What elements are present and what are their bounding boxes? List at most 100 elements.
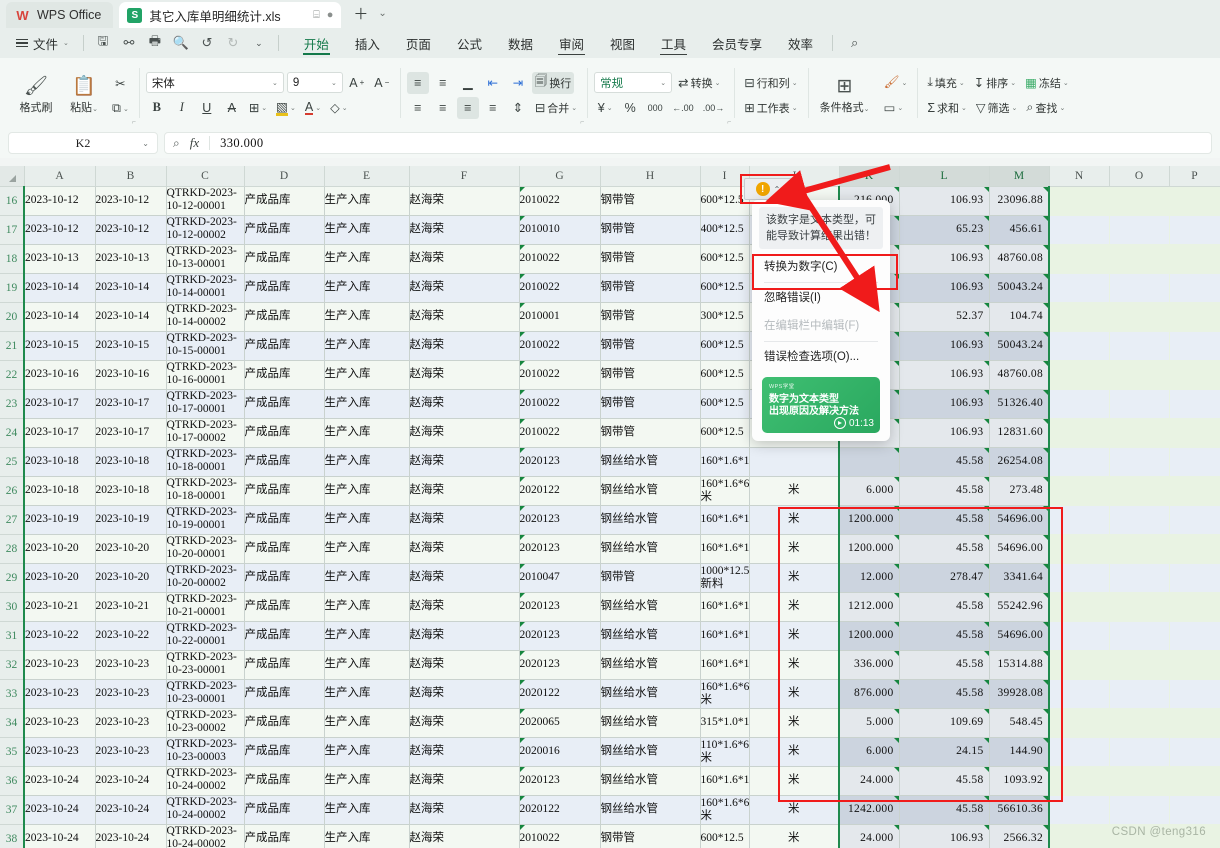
date-cell[interactable]: 2023-10-12	[95, 215, 167, 245]
transaction-type-cell[interactable]: 生产入库	[324, 302, 410, 332]
product-code-cell[interactable]: 2020123	[519, 592, 601, 622]
order-number-cell[interactable]: QTRKD-2023-10-23-00001	[166, 650, 245, 680]
quantity-cell[interactable]: 1242.000	[838, 795, 900, 825]
order-number-cell[interactable]: QTRKD-2023-10-12-00001	[166, 186, 245, 216]
amount-cell[interactable]: 39928.08	[989, 679, 1050, 709]
table-row[interactable]: 23 2023-10-17 2023-10-17 QTRKD-2023-10-17-0…	[0, 389, 1220, 419]
empty-cell[interactable]	[1169, 215, 1220, 244]
table-row[interactable]: 26 2023-10-18 2023-10-18 QTRKD-2023-10-18-0…	[0, 476, 1220, 506]
decrease-indent-button[interactable]: ⇤	[482, 72, 504, 94]
rows-columns-button[interactable]: ⊟ 行和列 ⌄	[741, 72, 800, 94]
date-cell[interactable]: 2023-10-21	[95, 592, 167, 622]
spec-cell[interactable]: 600*12.5	[700, 389, 750, 419]
order-number-cell[interactable]: QTRKD-2023-10-14-00002	[166, 302, 245, 332]
date-cell[interactable]: 2023-10-13	[24, 244, 96, 274]
product-name-cell[interactable]: 钢带管	[600, 418, 701, 448]
table-row[interactable]: 27 2023-10-19 2023-10-19 QTRKD-2023-10-19-0…	[0, 505, 1220, 535]
date-cell[interactable]: 2023-10-24	[24, 795, 96, 825]
tab-formula[interactable]: 公式	[444, 29, 495, 57]
spec-cell[interactable]: 315*1.0*12	[700, 708, 750, 738]
price-cell[interactable]: 65.23	[899, 215, 990, 245]
column-header-D[interactable]: D	[244, 166, 325, 187]
transaction-type-cell[interactable]: 生产入库	[324, 650, 410, 680]
date-cell[interactable]: 2023-10-23	[95, 679, 167, 709]
product-code-cell[interactable]: 2020123	[519, 766, 601, 796]
empty-cell[interactable]	[1109, 331, 1169, 360]
percent-format-button[interactable]: %	[619, 97, 641, 119]
empty-cell[interactable]	[1169, 273, 1220, 302]
merge-cells-button[interactable]: ⊟ 合并 ⌄	[532, 97, 580, 119]
empty-cell[interactable]	[1169, 186, 1220, 215]
product-code-cell[interactable]: 2020122	[519, 679, 601, 709]
order-number-cell[interactable]: QTRKD-2023-10-16-00001	[166, 360, 245, 390]
warehouse-cell[interactable]: 产成品库	[244, 244, 325, 274]
product-name-cell[interactable]: 钢带管	[600, 563, 701, 593]
tutorial-video-card[interactable]: WPS学堂 数字为文本类型 出现原因及解决方法 01:13	[762, 377, 880, 433]
table-row[interactable]: 37 2023-10-24 2023-10-24 QTRKD-2023-10-24-0…	[0, 795, 1220, 825]
spec-cell[interactable]: 160*1.6*12	[700, 766, 750, 796]
table-row[interactable]: 35 2023-10-23 2023-10-23 QTRKD-2023-10-23-0…	[0, 737, 1220, 767]
row-header[interactable]: 18	[0, 244, 25, 274]
align-top-button[interactable]: ≡	[406, 71, 429, 94]
row-header[interactable]: 17	[0, 215, 25, 245]
transaction-type-cell[interactable]: 生产入库	[324, 244, 410, 274]
amount-cell[interactable]: 26254.08	[989, 447, 1050, 477]
transaction-type-cell[interactable]: 生产入库	[324, 215, 410, 245]
date-cell[interactable]: 2023-10-18	[95, 447, 167, 477]
borders-button[interactable]: ⊞ ⌄	[246, 97, 270, 119]
fill-button[interactable]: ⤓ 填充 ⌄	[924, 72, 967, 94]
spec-cell[interactable]: 600*12.5	[700, 418, 750, 448]
empty-cell[interactable]	[1169, 302, 1220, 331]
column-header-E[interactable]: E	[324, 166, 410, 187]
redo-icon[interactable]: ↻	[220, 32, 246, 54]
amount-cell[interactable]: 23096.88	[989, 186, 1050, 216]
tab-tools[interactable]: 工具	[648, 29, 699, 57]
order-number-cell[interactable]: QTRKD-2023-10-17-00001	[166, 389, 245, 419]
empty-cell[interactable]	[1049, 476, 1109, 505]
empty-cell[interactable]	[1109, 737, 1169, 766]
person-cell[interactable]: 赵海荣	[409, 766, 520, 796]
text-direction-button[interactable]: ⇕	[507, 97, 529, 119]
unit-cell[interactable]: 米	[749, 737, 840, 767]
product-code-cell[interactable]: 2010022	[519, 824, 601, 848]
product-name-cell[interactable]: 钢带管	[600, 215, 701, 245]
column-header-O[interactable]: O	[1109, 166, 1170, 187]
empty-cell[interactable]	[1049, 447, 1109, 476]
date-cell[interactable]: 2023-10-23	[24, 737, 96, 767]
error-menu-chevron-up-icon[interactable]: ⌃	[774, 185, 781, 194]
date-cell[interactable]: 2023-10-17	[95, 389, 167, 419]
name-box-chevron-down-icon[interactable]: ⌄	[142, 139, 149, 148]
person-cell[interactable]: 赵海荣	[409, 389, 520, 419]
row-header[interactable]: 26	[0, 476, 25, 506]
document-tab[interactable]: S 其它入库单明细统计.xls ⌸ ●	[119, 2, 342, 28]
spec-cell[interactable]: 400*12.5	[700, 215, 750, 245]
conditional-format-button[interactable]: ⊞ 条件格式⌄	[815, 62, 875, 128]
column-header-N[interactable]: N	[1049, 166, 1110, 187]
transaction-type-cell[interactable]: 生产入库	[324, 534, 410, 564]
person-cell[interactable]: 赵海荣	[409, 708, 520, 738]
product-code-cell[interactable]: 2020016	[519, 737, 601, 767]
row-header[interactable]: 33	[0, 679, 25, 709]
amount-cell[interactable]: 15314.88	[989, 650, 1050, 680]
person-cell[interactable]: 赵海荣	[409, 650, 520, 680]
menu-item-error-checking-options[interactable]: 错误检查选项(O)...	[752, 343, 890, 371]
order-number-cell[interactable]: QTRKD-2023-10-20-00002	[166, 563, 245, 593]
empty-cell[interactable]	[1169, 360, 1220, 389]
transaction-type-cell[interactable]: 生产入库	[324, 505, 410, 535]
align-middle-button[interactable]: ≡	[432, 72, 454, 94]
table-row[interactable]: 25 2023-10-18 2023-10-18 QTRKD-2023-10-18-0…	[0, 447, 1220, 477]
quantity-cell[interactable]: 5.000	[838, 708, 900, 738]
empty-cell[interactable]	[1109, 215, 1169, 244]
empty-cell[interactable]	[1109, 273, 1169, 302]
quantity-cell[interactable]: 1200.000	[838, 505, 900, 535]
product-name-cell[interactable]: 钢丝给水管	[600, 679, 701, 709]
row-header[interactable]: 37	[0, 795, 25, 825]
quantity-cell[interactable]: 6.000	[838, 737, 900, 767]
warehouse-cell[interactable]: 产成品库	[244, 418, 325, 448]
tab-member[interactable]: 会员专享	[699, 29, 775, 57]
filter-button[interactable]: ▽ 筛选 ⌄	[973, 97, 1021, 119]
row-header[interactable]: 24	[0, 418, 25, 448]
sum-button[interactable]: Σ 求和 ⌄	[924, 97, 970, 119]
table-row[interactable]: 22 2023-10-16 2023-10-16 QTRKD-2023-10-16-0…	[0, 360, 1220, 390]
font-size-select[interactable]: 9 ⌄	[286, 72, 343, 93]
